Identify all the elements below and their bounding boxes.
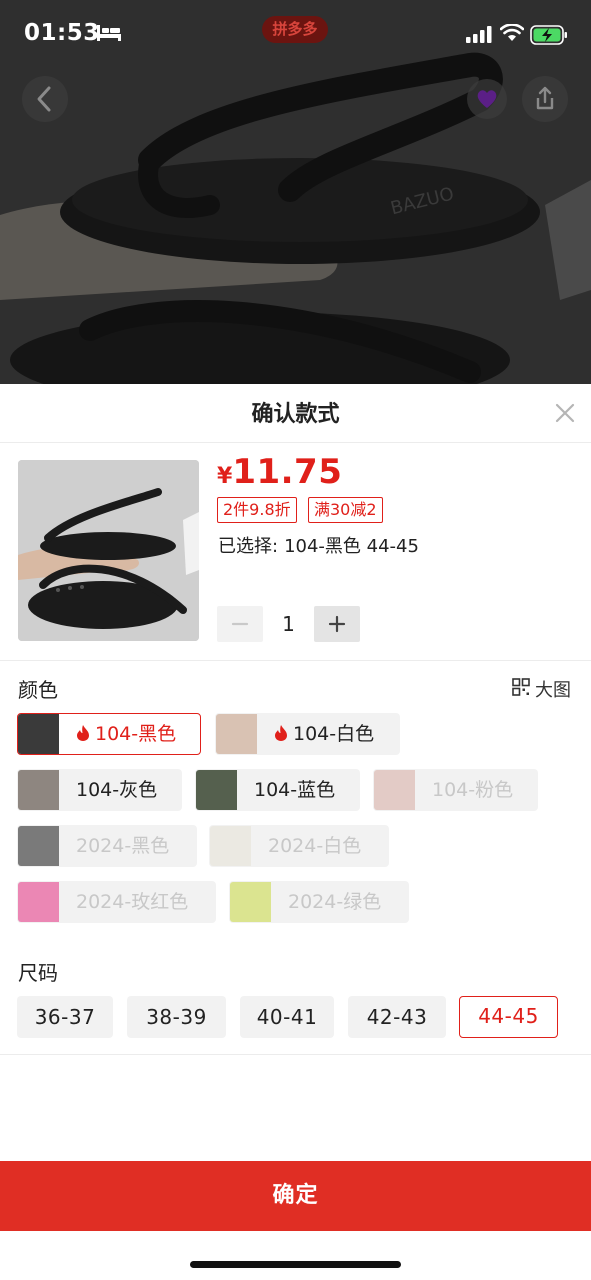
battery-icon [530,25,567,45]
color-option-label: 104-粉色 [432,779,514,801]
app-badge: 拼多多 [262,16,328,43]
quantity-increase-button[interactable] [314,606,360,642]
color-swatch [18,826,59,866]
color-swatch [374,770,415,810]
color-option-2024-green[interactable]: 2024-绿色 [229,881,409,923]
confirm-button[interactable]: 确定 [0,1161,591,1231]
color-option-104-blue[interactable]: 104-蓝色 [195,769,360,811]
fire-icon [275,725,287,741]
sheet-title: 确认款式 [251,402,340,427]
divider [0,1054,591,1055]
color-option-104-white[interactable]: 104-白色 [215,713,400,755]
plus-icon [328,615,346,633]
favorite-button[interactable] [464,76,510,122]
bed-icon [97,25,121,41]
back-button[interactable] [22,76,68,122]
color-option-label: 2024-玫红色 [76,891,189,913]
color-swatch [18,714,59,754]
selected-label: 已选择: [218,536,279,557]
status-time: 01:53 [24,20,100,46]
size-option[interactable]: 38-39 [127,996,226,1038]
selected-value: 104-黑色 44-45 [284,536,419,557]
color-swatch [230,882,271,922]
big-image-label: 大图 [535,680,571,701]
share-button[interactable] [522,76,568,122]
color-option-label: 2024-白色 [268,835,362,857]
color-option-label: 104-蓝色 [254,779,336,801]
color-option-text: 104-白色 [293,723,375,745]
promo-tag: 满30减2 [308,497,383,523]
color-option-label: 2024-绿色 [288,891,382,913]
quantity-value[interactable]: 1 [263,606,314,642]
divider [0,442,591,443]
divider [0,660,591,661]
close-icon[interactable] [554,402,576,424]
color-option-2024-black[interactable]: 2024-黑色 [17,825,197,867]
color-section-label: 颜色 [18,678,58,702]
size-option-selected[interactable]: 44-45 [459,996,558,1038]
size-option[interactable]: 42-43 [348,996,446,1038]
color-option-2024-rose[interactable]: 2024-玫红色 [17,881,216,923]
color-option-104-grey[interactable]: 104-灰色 [17,769,182,811]
product-thumbnail[interactable] [18,460,199,641]
minus-icon [231,622,249,626]
fire-icon [77,725,89,741]
color-option-label: 104-灰色 [76,779,158,801]
color-swatch [210,826,251,866]
color-swatch [216,714,257,754]
home-indicator [190,1261,401,1268]
color-option-2024-white[interactable]: 2024-白色 [209,825,389,867]
color-option-label: 2024-黑色 [76,835,170,857]
color-swatch [18,770,59,810]
color-option-label: 104-白色 [274,714,374,754]
status-bar: 01:53 拼多多 [0,0,591,70]
size-option[interactable]: 36-37 [17,996,113,1038]
sku-selection-sheet: 确认款式 ¥11.75 2件9.8折 满30减2 已选择: 104-黑色 44-4… [0,384,591,1280]
color-swatch [196,770,237,810]
quantity-decrease-button[interactable] [217,606,263,642]
grid-icon [512,678,530,696]
color-option-label: 104-黑色 [76,714,176,754]
color-option-104-black[interactable]: 104-黑色 [17,713,201,755]
price-currency: ¥ [217,464,233,489]
color-option-text: 104-黑色 [95,723,177,745]
product-image-backdrop: BAZUO 01:53 拼多多 [0,0,591,384]
share-icon [536,86,554,110]
back-icon [37,86,51,112]
price: ¥11.75 [217,452,342,492]
heart-icon [467,79,507,119]
signal-icon [466,26,492,43]
size-section-label: 尺码 [18,961,58,985]
selected-summary: 已选择: 104-黑色 44-45 [218,532,419,558]
thumbnail-photo [18,460,199,641]
color-swatch [18,882,59,922]
wifi-icon [500,24,524,41]
color-option-104-pink[interactable]: 104-粉色 [373,769,538,811]
promo-tag: 2件9.8折 [217,497,297,523]
size-option[interactable]: 40-41 [240,996,334,1038]
price-amount: 11.75 [232,452,343,492]
